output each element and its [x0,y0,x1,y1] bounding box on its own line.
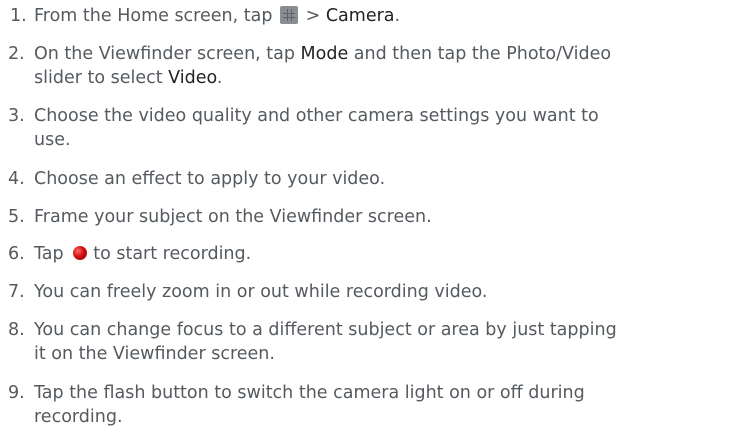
step-number: 6. [8,244,25,264]
step-text: From the Home screen, tap > Camera. [34,4,400,28]
step-text-line: recording. [34,407,123,427]
step-text-line: Tap the flash button to switch the camer… [34,383,585,403]
step-text-part: . [394,6,401,26]
step-text-part: to start recording. [93,244,252,264]
step-text-line: You can change focus to a different subj… [34,320,617,340]
step-text-line: On the Viewfinder screen, tap Mode and t… [34,42,611,66]
step-text-part: Tap [34,244,64,264]
step-text-part: and then tap the Photo/Video [348,44,612,64]
step-number: 7. [8,282,25,302]
step-text-line: Choose the video quality and other camer… [34,106,599,126]
step-number: 1. [10,6,27,26]
step-number: 3. [8,106,25,126]
step-text: You can freely zoom in or out while reco… [34,282,488,302]
step-text-part: > [305,6,326,26]
step-text-part: On the Viewfinder screen, tap [34,44,301,64]
step-text-line: use. [34,130,71,150]
step-number: 2. [8,44,25,64]
step-text-part: slider to select [34,68,169,88]
step-number: 9. [8,383,25,403]
mode-label: Mode [300,44,349,64]
step-text-line: it on the Viewfinder screen. [34,344,275,364]
step-text-part: . [216,68,223,88]
camera-label: Camera [325,6,395,26]
step-text: Tap to start recording. [34,242,251,266]
step-text: Frame your subject on the Viewfinder scr… [34,207,432,227]
step-text-line: slider to select Video. [34,66,222,90]
step-number: 5. [8,207,25,227]
record-button-icon [73,246,88,260]
apps-grid-icon [280,6,299,24]
step-text-part: From the Home screen, tap [34,6,273,26]
step-number: 4. [8,169,25,189]
step-text: Choose an effect to apply to your video. [34,169,386,189]
video-label: Video [168,68,217,88]
step-number: 8. [8,320,25,340]
